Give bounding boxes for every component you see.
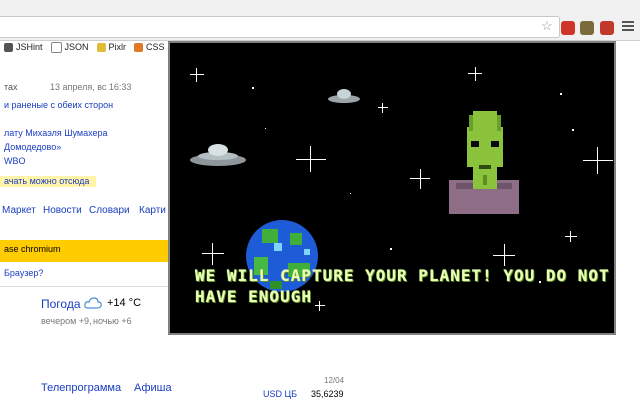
ufo-large-icon [190,144,246,166]
afisha-link[interactable]: Афиша [134,382,172,394]
bookmark-pixlr[interactable]: Pixlr [96,42,126,52]
weather-night: ночью +6 [93,316,132,326]
game-window[interactable]: WE WILL CAPTURE YOUR PLANET! YOU DO NOT … [168,41,616,335]
weather-title[interactable]: Погода [41,297,81,311]
address-bar[interactable] [0,16,560,38]
bookmark-json[interactable]: JSON [50,41,89,53]
nav-maps[interactable]: Карти [139,205,166,216]
divider [0,286,168,287]
ufo-small-icon [328,89,360,103]
extension-icon[interactable] [580,21,594,35]
bookmark-css[interactable]: CSS [134,42,165,52]
news-link-4[interactable]: WBO [4,156,26,166]
star-icon [378,103,388,113]
star-icon [468,67,482,81]
weather-temp: +14 °C [107,297,142,309]
news-link-1[interactable]: и раненые с обеих сторон [4,100,113,110]
news-link-3[interactable]: Домодедово» [4,142,61,152]
star-icon [202,243,224,265]
cloud-icon [84,297,102,309]
weather-evening: вечером +9, [41,316,92,326]
star-icon [410,169,430,189]
bookmark-star-icon[interactable]: ☆ [541,18,555,33]
star-icon [190,68,204,82]
bookmark-jshint[interactable]: JSHint [4,42,43,52]
nav-dictionaries[interactable]: Словари [89,205,130,216]
star-icon [583,147,613,174]
nav-market[interactable]: Маркет [2,205,36,216]
news-link-5[interactable]: ачать можно отсюда [4,176,89,186]
date-text: 13 апреля, вс 16:33 [50,82,132,92]
tv-link[interactable]: Телепрограмма [41,382,121,394]
star-icon [565,231,577,242]
menu-icon[interactable] [622,19,634,31]
alien-icon [449,111,519,214]
news-link-2[interactable]: лату Михаэля Шумахера [4,128,108,138]
usd-value: 35,6239 [311,389,344,399]
adblock-icon[interactable] [561,21,575,35]
bookmarks-bar: JSHint JSON Pixlr CSS [4,40,182,54]
usd-label[interactable]: USD ЦБ [263,389,297,399]
banner-text: ase chromium [4,244,61,254]
game-message: WE WILL CAPTURE YOUR PLANET! YOU DO NOT … [195,266,610,306]
currency-date: 12/04 [324,376,345,385]
extension-icon-2[interactable] [600,21,614,35]
browser-toolbar: ☆ [0,0,640,41]
browser-question-link[interactable]: Браузер? [4,268,43,278]
header-fragment: тах [4,82,18,92]
star-icon [296,146,326,172]
star-icon [493,244,515,266]
nav-news[interactable]: Новости [43,205,82,216]
